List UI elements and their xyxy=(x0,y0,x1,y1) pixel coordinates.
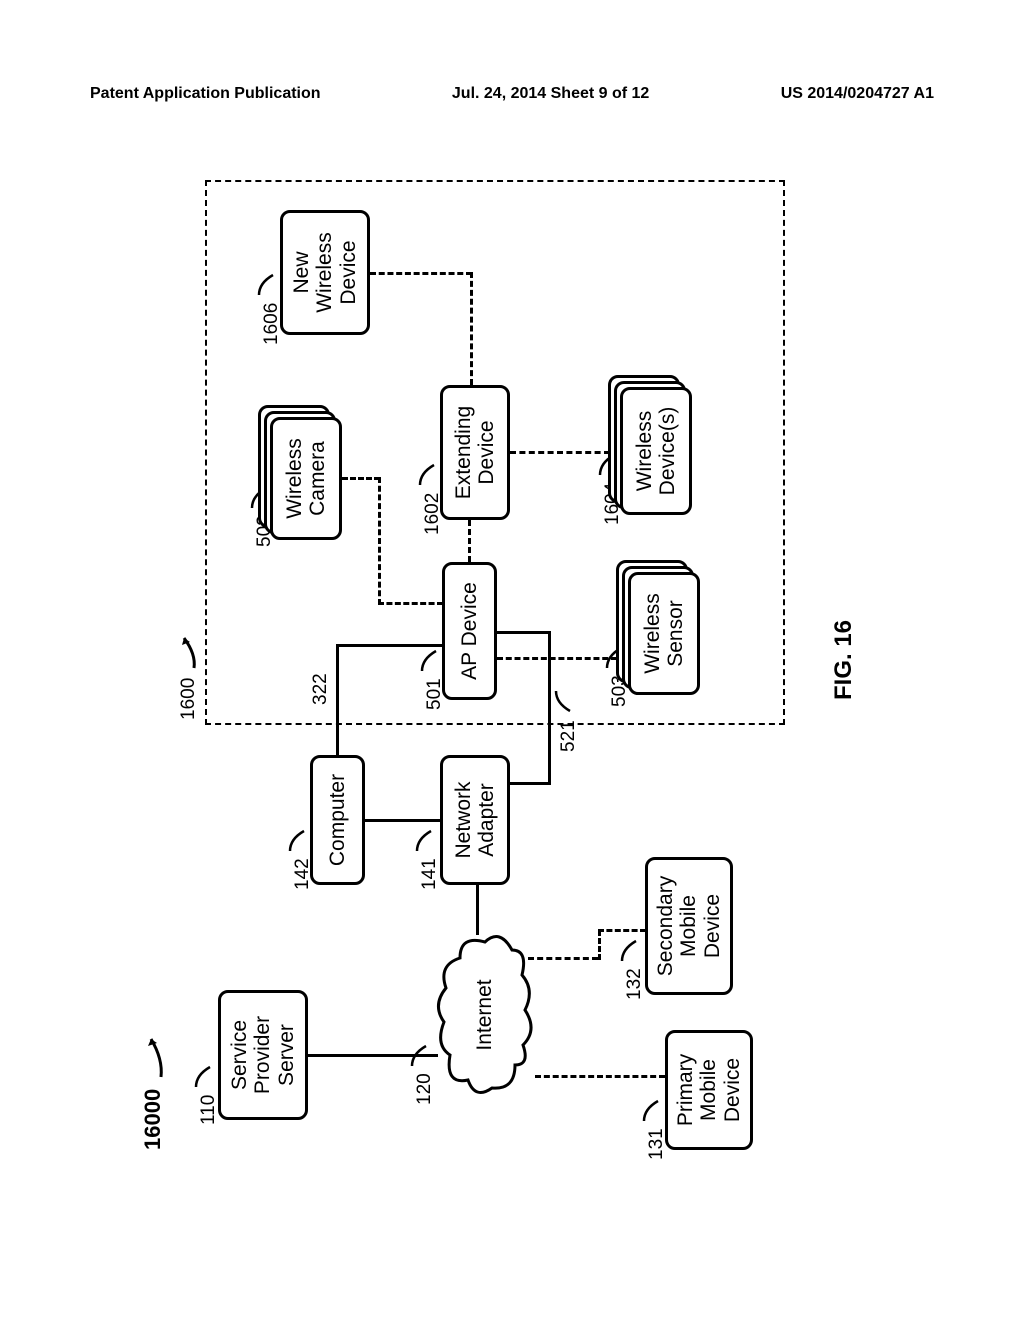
node-extending-device: Extending Device xyxy=(440,385,510,520)
hook-icon xyxy=(194,1063,214,1089)
conn-dashed xyxy=(598,929,646,932)
conn-dashed xyxy=(470,272,473,385)
ref-521: 521 xyxy=(554,689,580,752)
ref-322: 322 xyxy=(310,673,332,705)
conn-dashed xyxy=(378,602,443,605)
node-service-provider: Service Provider Server xyxy=(218,990,308,1120)
conn xyxy=(548,632,551,785)
header-right: US 2014/0204727 A1 xyxy=(781,85,934,103)
ref-132: 132 xyxy=(620,937,646,1000)
hook-icon xyxy=(415,827,435,853)
label-system: 16000 xyxy=(140,1025,166,1150)
hook-icon xyxy=(642,1097,662,1123)
conn-dashed xyxy=(378,477,381,605)
hook-icon xyxy=(554,689,574,715)
conn xyxy=(365,819,441,822)
node-ap-device: AP Device xyxy=(442,562,497,700)
conn-dashed xyxy=(342,477,380,480)
node-new-wireless: New Wireless Device xyxy=(280,210,370,335)
hook-icon xyxy=(420,647,440,673)
figure-caption: FIG. 16 xyxy=(830,620,858,700)
hook-icon xyxy=(418,461,438,487)
conn-dashed xyxy=(528,957,598,960)
hook-icon xyxy=(257,271,277,297)
conn-dashed xyxy=(370,272,472,275)
header-mid: Jul. 24, 2014 Sheet 9 of 12 xyxy=(452,85,649,103)
node-wireless-devices: Wireless Device(s) xyxy=(620,375,700,515)
conn xyxy=(308,1054,438,1057)
conn-dashed xyxy=(598,930,601,960)
conn-dashed xyxy=(497,657,617,660)
hook-icon xyxy=(620,937,640,963)
node-internet: Internet xyxy=(430,930,540,1100)
figure-container: 16000 110 Service Provider Server 120 In… xyxy=(120,170,910,1160)
conn xyxy=(497,631,551,634)
node-computer: Computer xyxy=(310,755,365,885)
arrow-icon xyxy=(143,1025,165,1079)
node-wireless-sensor: Wireless Sensor xyxy=(628,560,706,695)
header-left: Patent Application Publication xyxy=(90,85,321,103)
conn xyxy=(476,885,479,935)
rotated-canvas: 16000 110 Service Provider Server 120 In… xyxy=(120,170,910,1160)
node-primary-mobile: Primary Mobile Device xyxy=(665,1030,753,1150)
conn xyxy=(336,645,339,755)
ref-110: 110 xyxy=(194,1063,220,1125)
hook-icon xyxy=(288,827,308,853)
internet-label: Internet xyxy=(430,930,540,1100)
ref-141: 141 xyxy=(415,827,441,890)
arrow-icon xyxy=(178,626,200,670)
conn-dashed xyxy=(468,520,471,562)
conn xyxy=(510,782,550,785)
node-wireless-camera: Wireless Camera xyxy=(270,405,345,540)
page-header: Patent Application Publication Jul. 24, … xyxy=(0,85,1024,103)
node-network-adapter: Network Adapter xyxy=(440,755,510,885)
node-secondary-mobile: Secondary Mobile Device xyxy=(645,857,733,995)
conn-dashed xyxy=(510,451,610,454)
ref-1600: 1600 xyxy=(178,626,200,720)
conn-dashed xyxy=(535,1075,665,1078)
